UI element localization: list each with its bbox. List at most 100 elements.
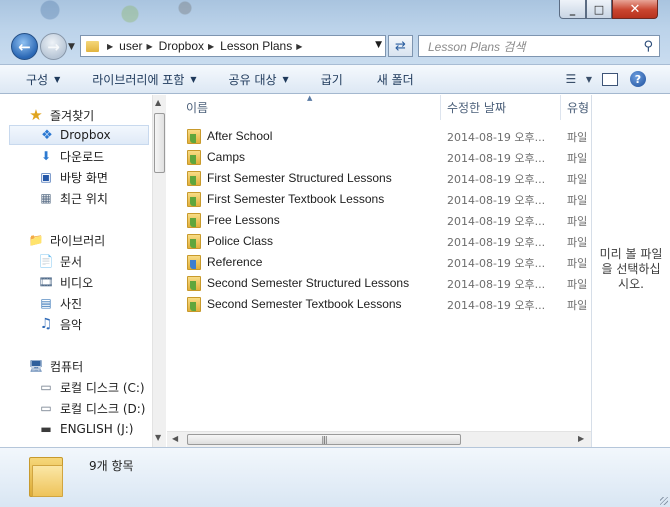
- sidebar-item-label: 로컬 디스크 (D:): [60, 401, 146, 416]
- star-icon: ★: [29, 106, 43, 124]
- include-in-library-menu[interactable]: 라이브러리에 포함 ▼: [82, 68, 206, 90]
- breadcrumb-separator-icon[interactable]: ▶: [296, 42, 302, 51]
- breadcrumb-dropbox[interactable]: Dropbox: [159, 39, 204, 53]
- minimize-button[interactable]: _: [559, 0, 586, 19]
- table-row[interactable]: First Semester Textbook Lessons 2014-08-…: [167, 189, 591, 210]
- navigation-pane-scrollbar[interactable]: ▲ ▼: [152, 95, 166, 447]
- sidebar-item-local-disk-d[interactable]: ▭ 로컬 디스크 (D:): [0, 398, 152, 418]
- scroll-left-icon[interactable]: ◀: [172, 434, 178, 443]
- dropbox-icon: ❖: [41, 127, 53, 143]
- table-row[interactable]: Second Semester Structured Lessons 2014-…: [167, 273, 591, 294]
- search-input[interactable]: Lesson Plans 검색: [428, 38, 525, 55]
- file-name: Camps: [207, 150, 246, 164]
- table-row[interactable]: First Semester Structured Lessons 2014-0…: [167, 168, 591, 189]
- preview-pane: 미리 볼 파일을 선택하십시오.: [591, 95, 670, 447]
- folder-icon: [187, 276, 201, 291]
- address-bar[interactable]: ▶ user ▶ Dropbox ▶ Lesson Plans ▶ ▼: [80, 35, 386, 57]
- file-modified: 2014-08-19 오후...: [447, 278, 546, 291]
- command-bar: 구성 ▼ 라이브러리에 포함 ▼ 공유 대상 ▼ 굽기 새 폴더 ☰ ▼ ?: [0, 64, 670, 94]
- sidebar-item-downloads[interactable]: ⬇ 다운로드: [0, 146, 152, 166]
- column-header-modified[interactable]: 수정한 날짜: [447, 95, 557, 120]
- sidebar-item-recent-places[interactable]: ▦ 최근 위치: [0, 188, 152, 208]
- scroll-down-icon[interactable]: ▼: [155, 433, 161, 442]
- sidebar-item-label: 최근 위치: [60, 191, 108, 206]
- close-icon: ✕: [629, 1, 641, 17]
- preview-pane-toggle[interactable]: [602, 72, 618, 86]
- forward-button[interactable]: →: [40, 33, 67, 60]
- downloads-icon: ⬇: [40, 149, 52, 163]
- table-row[interactable]: Camps 2014-08-19 오후... 파일: [167, 147, 591, 168]
- column-divider[interactable]: [560, 95, 561, 120]
- removable-drive-icon: ▬: [40, 422, 52, 436]
- new-folder-button[interactable]: 새 폴더: [367, 68, 424, 90]
- share-with-label: 공유 대상: [228, 72, 277, 87]
- documents-icon: 📄: [38, 254, 54, 268]
- computer-group[interactable]: 🖥 컴퓨터: [0, 356, 152, 376]
- videos-icon: 🎞: [38, 275, 54, 289]
- sidebar-item-desktop[interactable]: ▣ 바탕 화면: [0, 167, 152, 187]
- resize-grip-icon[interactable]: [660, 497, 668, 505]
- file-name: First Semester Textbook Lessons: [207, 192, 385, 206]
- search-box[interactable]: Lesson Plans 검색 ⚲: [418, 35, 660, 57]
- change-view-button[interactable]: ☰: [556, 68, 586, 90]
- sidebar-item-label: 다운로드: [60, 149, 105, 164]
- search-icon[interactable]: ⚲: [643, 39, 653, 54]
- sidebar-item-label: 음악: [60, 317, 83, 332]
- breadcrumb-user[interactable]: user: [119, 39, 142, 53]
- breadcrumb-lesson-plans[interactable]: Lesson Plans: [220, 39, 292, 53]
- share-with-menu[interactable]: 공유 대상 ▼: [219, 68, 299, 90]
- burn-button[interactable]: 굽기: [311, 68, 353, 90]
- view-options-dropdown[interactable]: ▼: [586, 75, 592, 84]
- breadcrumb-separator-icon[interactable]: ▶: [107, 42, 113, 51]
- refresh-button[interactable]: ⇄: [388, 35, 413, 57]
- scroll-right-icon[interactable]: ▶: [578, 434, 584, 443]
- favorites-group[interactable]: ★ 즐겨찾기: [0, 105, 152, 125]
- recent-pages-dropdown[interactable]: ▼: [68, 42, 78, 52]
- sidebar-item-label: 바탕 화면: [60, 170, 108, 185]
- close-button[interactable]: ✕: [612, 0, 658, 19]
- table-row[interactable]: Free Lessons 2014-08-19 오후... 파일: [167, 210, 591, 231]
- file-name: After School: [207, 129, 273, 143]
- help-button[interactable]: ?: [630, 71, 646, 87]
- sidebar-item-label: ENGLISH (J:): [60, 422, 134, 436]
- sidebar-item-label: 비디오: [60, 275, 94, 290]
- column-header-name[interactable]: 이름: [186, 95, 436, 120]
- column-divider[interactable]: [440, 95, 441, 120]
- file-modified: 2014-08-19 오후...: [447, 236, 546, 249]
- table-row[interactable]: Second Semester Textbook Lessons 2014-08…: [167, 294, 591, 315]
- sidebar-item-local-disk-c[interactable]: ▭ 로컬 디스크 (C:): [0, 377, 152, 397]
- back-arrow-icon: ←: [18, 37, 31, 56]
- title-bar: _ □ ✕ ← → ▼ ▶ user ▶ Dropbox ▶ Lesson Pl…: [0, 0, 670, 64]
- back-button[interactable]: ←: [11, 33, 38, 60]
- organize-menu[interactable]: 구성 ▼: [16, 68, 70, 90]
- file-list-horizontal-scrollbar[interactable]: ◀ ||| ▶: [167, 431, 591, 447]
- scrollbar-thumb[interactable]: |||: [187, 434, 461, 445]
- address-history-dropdown[interactable]: ▼: [375, 40, 382, 50]
- sidebar-item-documents[interactable]: 📄 문서: [0, 251, 152, 271]
- scroll-up-icon[interactable]: ▲: [155, 98, 161, 107]
- libraries-group[interactable]: 📁 라이브러리: [0, 230, 152, 250]
- table-row[interactable]: Reference 2014-08-19 오후... 파일: [167, 252, 591, 273]
- sidebar-item-label: 로컬 디스크 (C:): [60, 380, 145, 395]
- sidebar-item-english-drive[interactable]: ▬ ENGLISH (J:): [0, 419, 152, 439]
- sidebar-item-music[interactable]: ♫ 음악: [0, 314, 152, 334]
- sidebar-item-videos[interactable]: 🎞 비디오: [0, 272, 152, 292]
- maximize-button[interactable]: □: [586, 0, 612, 19]
- breadcrumb-separator-icon[interactable]: ▶: [147, 42, 153, 51]
- table-row[interactable]: Police Class 2014-08-19 오후... 파일: [167, 231, 591, 252]
- scrollbar-thumb[interactable]: [154, 113, 165, 173]
- folder-icon: [86, 40, 99, 52]
- table-row[interactable]: After School 2014-08-19 오후... 파일: [167, 126, 591, 147]
- sidebar-item-dropbox[interactable]: ❖ Dropbox: [9, 125, 149, 145]
- column-header-label: 유형: [567, 101, 590, 115]
- file-modified: 2014-08-19 오후...: [447, 257, 546, 270]
- breadcrumb-separator-icon[interactable]: ▶: [208, 42, 214, 51]
- column-header-type[interactable]: 유형: [567, 95, 591, 120]
- item-count: 9개 항목: [89, 459, 134, 473]
- help-icon: ?: [634, 72, 642, 86]
- folder-icon: [187, 171, 201, 186]
- local-disk-d-icon: ▭: [40, 401, 52, 415]
- sidebar-item-pictures[interactable]: ▤ 사진: [0, 293, 152, 313]
- desktop-icon: ▣: [40, 170, 52, 184]
- chevron-down-icon: ▼: [282, 74, 289, 84]
